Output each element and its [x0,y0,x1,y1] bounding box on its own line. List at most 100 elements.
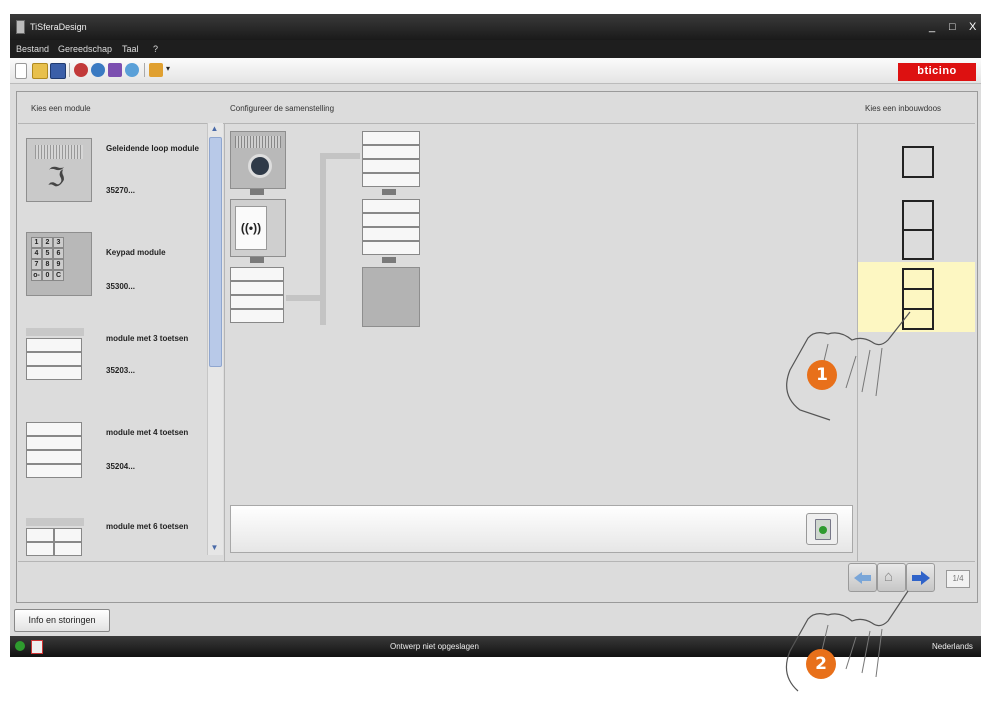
footer-divider [18,561,975,562]
arrow-left-icon [854,572,862,584]
chevron-down-icon[interactable]: ▾ [166,64,170,73]
button-module-column2-middle[interactable] [362,199,420,255]
brand-logo: bticino [898,63,976,81]
camera-module[interactable] [230,131,286,189]
toolbar-separator [144,63,145,77]
new-icon[interactable] [15,63,27,79]
title-bar: TiSferaDesign _ □ X [10,14,981,40]
module-code: 35270... [106,186,135,195]
trash-button[interactable] [806,513,838,545]
module-joint [250,257,264,263]
ok-status-icon [15,641,25,651]
key: C [53,270,64,281]
info-errors-button[interactable]: Info en storingen [14,609,110,632]
button-row [362,241,420,255]
device-icon[interactable] [74,63,88,77]
menu-gereedschap[interactable]: Gereedschap [58,44,112,54]
module-cap [26,518,84,526]
module-code: 35203... [106,366,135,375]
module-name: module met 6 toetsen [106,522,189,531]
module-item-4-buttons[interactable]: module met 4 toetsen 35204... [26,418,206,508]
scroll-up-icon[interactable]: ▲ [207,124,222,136]
key: 4 [31,248,42,259]
button-row [54,542,82,556]
app-icon [16,20,25,34]
configuration-drop-area[interactable] [230,505,853,553]
button-row [26,464,82,478]
language-indicator[interactable]: Nederlands [932,642,973,651]
minimize-button[interactable]: _ [929,21,935,33]
window-title: TiSferaDesign [30,22,87,32]
module-joint [382,257,396,263]
hearing-aid-icon: ℑ [47,163,66,193]
scrollbar-thumb[interactable] [209,137,222,367]
document-status-icon [31,640,43,654]
menu-bestand[interactable]: Bestand [16,44,49,54]
key: 8 [42,259,53,270]
button-row [362,213,420,227]
single-box-icon [902,146,934,178]
button-row [362,159,420,173]
save-icon[interactable] [50,63,66,79]
menu-help[interactable]: ? [153,44,158,54]
double-box-icon [902,200,934,260]
mounting-box-2-modules[interactable] [858,192,975,262]
module-item-keypad[interactable]: 1 2 3 4 5 6 7 8 9 o- 0 C Keypad module 3… [26,224,206,314]
composition-canvas[interactable]: ((•)) [226,125,856,503]
project-icon[interactable] [149,63,163,77]
page-indicator: 1/4 [946,570,970,588]
button-row [26,352,82,366]
box-divider [904,229,932,231]
button-row [54,528,82,542]
button-row [26,422,82,436]
step-badge-2: 2 [806,649,836,679]
module-name: module met 4 toetsen [106,428,189,437]
button-row [26,542,54,556]
close-button[interactable]: X [969,21,976,33]
left-panel-header: Kies een module [31,104,91,113]
module-item-6-buttons[interactable]: module met 6 toetsen [26,514,206,560]
button-row [26,366,82,380]
panel-divider [224,123,225,561]
key: 1 [31,237,42,248]
module-cap [26,328,84,336]
module-item-loop[interactable]: ℑ Geleidende loop module 35270... [26,134,206,224]
module-item-3-buttons[interactable]: module met 3 toetsen 35203... [26,320,206,410]
toolbar: ▾ [10,58,981,84]
module-list: ℑ Geleidende loop module 35270... 1 2 3 … [18,124,207,560]
center-panel-header: Configureer de samenstelling [230,104,335,113]
step-badge-1: 1 [807,360,837,390]
maximize-button[interactable]: □ [949,21,956,33]
connector-line [286,295,326,301]
right-panel-header: Kies een inbouwdoos [865,104,942,113]
menu-bar: Bestand Gereedschap Taal ? [10,40,981,58]
scroll-down-icon[interactable]: ▼ [207,543,222,555]
key: 7 [31,259,42,270]
recycle-mark [819,526,827,534]
key: o- [31,270,42,281]
key: 3 [53,237,64,248]
module-name: module met 3 toetsen [106,334,189,343]
audio-module[interactable]: ((•)) [230,199,286,257]
menu-taal[interactable]: Taal [122,44,139,54]
loop-module-thumb: ℑ [26,138,92,202]
box-divider [904,288,932,290]
home-icon: ⌂ [884,568,894,585]
tools-icon[interactable] [108,63,122,77]
mounting-box-1-module[interactable] [858,128,975,192]
module-name: Keypad module [106,248,166,257]
button-row [230,309,284,323]
speaker-grill [235,136,281,148]
button-row [230,295,284,309]
trash-icon [815,519,831,540]
device-icon[interactable] [91,63,105,77]
connect-icon[interactable] [125,63,139,77]
open-icon[interactable] [32,63,48,79]
button-module-column1[interactable] [230,267,284,323]
button-row [230,267,284,281]
button-row [26,528,54,542]
button-row [362,131,420,145]
keypad-thumb: 1 2 3 4 5 6 7 8 9 o- 0 C [26,232,92,296]
button-module-column2-top[interactable] [362,131,420,187]
blank-module[interactable] [362,267,420,327]
